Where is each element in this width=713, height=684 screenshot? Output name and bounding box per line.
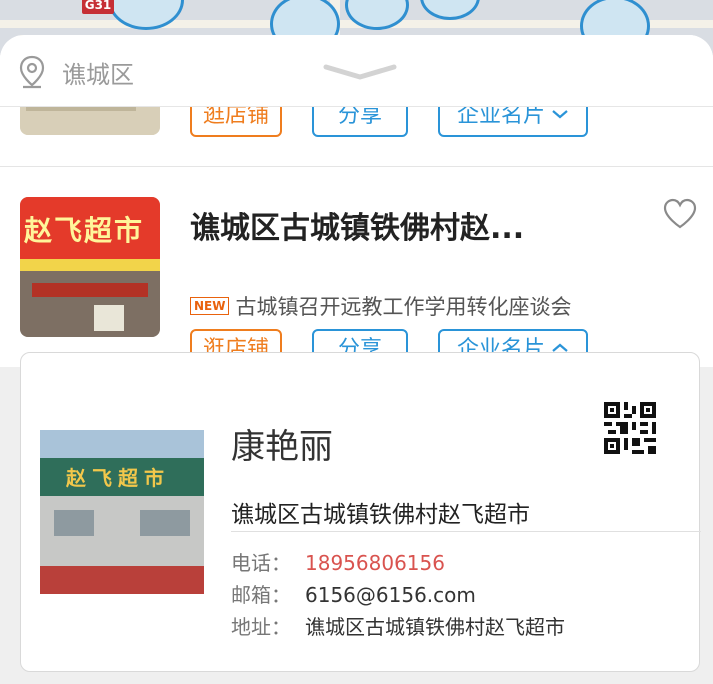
store-name[interactable]: 谯城区古城镇铁佛村赵...	[190, 203, 524, 247]
business-card: 赵飞超市 康艳丽 谯城区古城镇铁佛村赵飞超市 电话： 18956806156 邮…	[20, 352, 701, 672]
store-list-item[interactable]: 赵飞超市 谯城区古城镇铁佛村赵... NEW 古城镇召开远教工作学用转化座谈会 逛…	[0, 167, 713, 371]
sheet-header: 谯城区	[0, 35, 713, 107]
location-label[interactable]: 谯城区	[62, 55, 134, 90]
contact-name: 康艳丽	[231, 427, 333, 467]
new-badge: NEW	[190, 297, 230, 315]
store-sign-text: 赵飞超市	[66, 466, 170, 490]
app-screen: G31 谯城区 逛店铺 分享 企业名片 赵飞超市 谯城区古城镇铁佛村赵... N…	[0, 0, 713, 684]
phone-row: 电话： 18956806156	[231, 547, 445, 576]
qr-code-icon[interactable]	[604, 402, 656, 454]
address-value: 谯城区古城镇铁佛村赵飞超市	[305, 615, 565, 639]
map-marker[interactable]	[420, 0, 480, 20]
address-label: 地址：	[231, 615, 291, 639]
store-news[interactable]: NEW 古城镇召开远教工作学用转化座谈会	[190, 291, 571, 321]
store-photo[interactable]: 赵飞超市	[40, 430, 204, 594]
email-row: 邮箱： 6156@6156.com	[231, 579, 476, 608]
chevron-down-icon[interactable]	[322, 61, 398, 81]
heart-outline-icon[interactable]	[662, 197, 698, 231]
company-name: 谯城区古城镇铁佛村赵飞超市	[231, 502, 530, 528]
store-sign-text: 赵飞超市	[24, 214, 145, 247]
email-label: 邮箱：	[231, 583, 291, 607]
phone-label: 电话：	[231, 551, 291, 575]
location-pin-icon	[19, 55, 45, 89]
chevron-down-icon	[552, 110, 568, 119]
news-text: 古城镇召开远教工作学用转化座谈会	[235, 295, 572, 319]
email-value[interactable]: 6156@6156.com	[305, 583, 476, 607]
phone-link[interactable]: 18956806156	[305, 551, 445, 575]
store-thumbnail[interactable]: 赵飞超市	[20, 197, 160, 337]
highway-badge: G31	[82, 0, 114, 14]
address-row: 地址： 谯城区古城镇铁佛村赵飞超市	[231, 611, 565, 640]
divider	[231, 531, 701, 532]
